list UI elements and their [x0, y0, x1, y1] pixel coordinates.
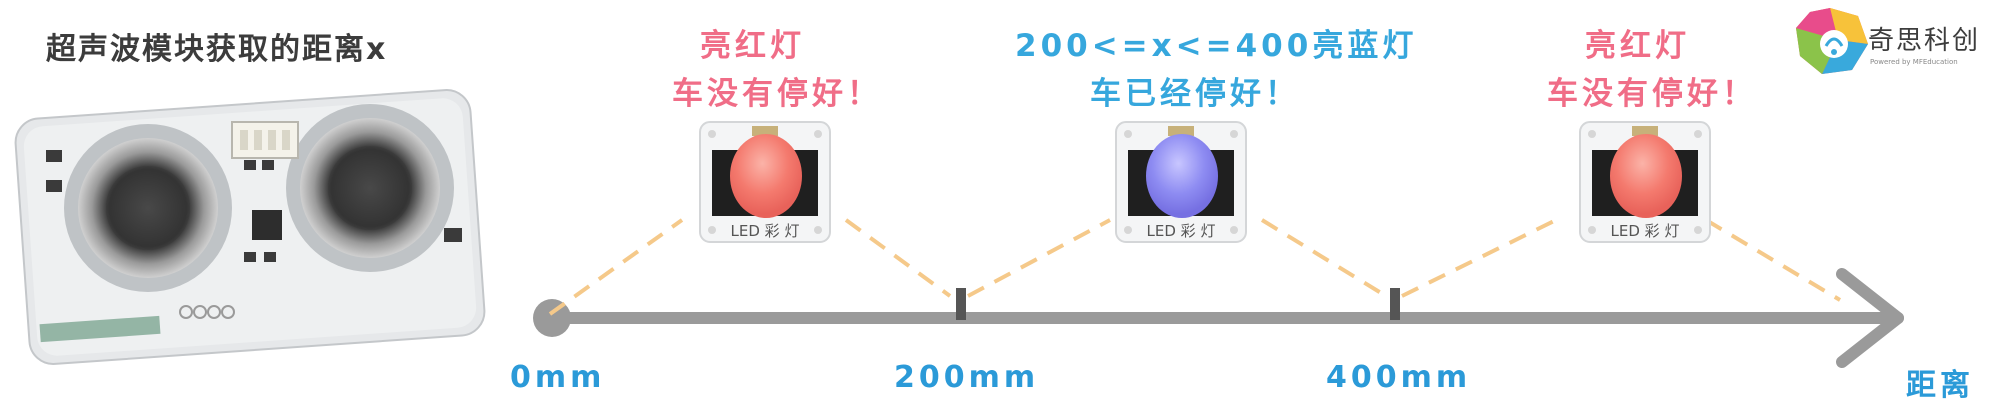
led-module-right: LED 彩 灯 — [1579, 121, 1711, 243]
led-module-label: LED 彩 灯 — [1611, 222, 1680, 240]
brand-tagline: Powered by MFEducation — [1870, 58, 1958, 66]
tick-400-marker — [1390, 288, 1400, 320]
led-module-label: LED 彩 灯 — [731, 222, 800, 240]
led-module-middle: LED 彩 灯 — [1115, 121, 1247, 243]
tick-label-200: 200mm — [894, 360, 1040, 395]
led-module-label: LED 彩 灯 — [1147, 222, 1216, 240]
led-module-left: LED 彩 灯 — [699, 121, 831, 243]
axis-end-label: 距离 — [1906, 368, 1974, 403]
ultrasonic-sensor-image — [14, 89, 486, 365]
distance-diagram: LED 彩 灯 LED 彩 灯 LED 彩 灯 — [14, 8, 1904, 368]
brand-name: 奇思科创 — [1868, 26, 1981, 56]
tick-label-400: 400mm — [1326, 360, 1472, 395]
tick-200-marker — [956, 288, 966, 320]
tick-label-0: 0mm — [510, 360, 606, 395]
distance-axis — [533, 268, 1904, 368]
brand-block: 奇思科创 Powered by MFEducation — [1790, 6, 1990, 76]
